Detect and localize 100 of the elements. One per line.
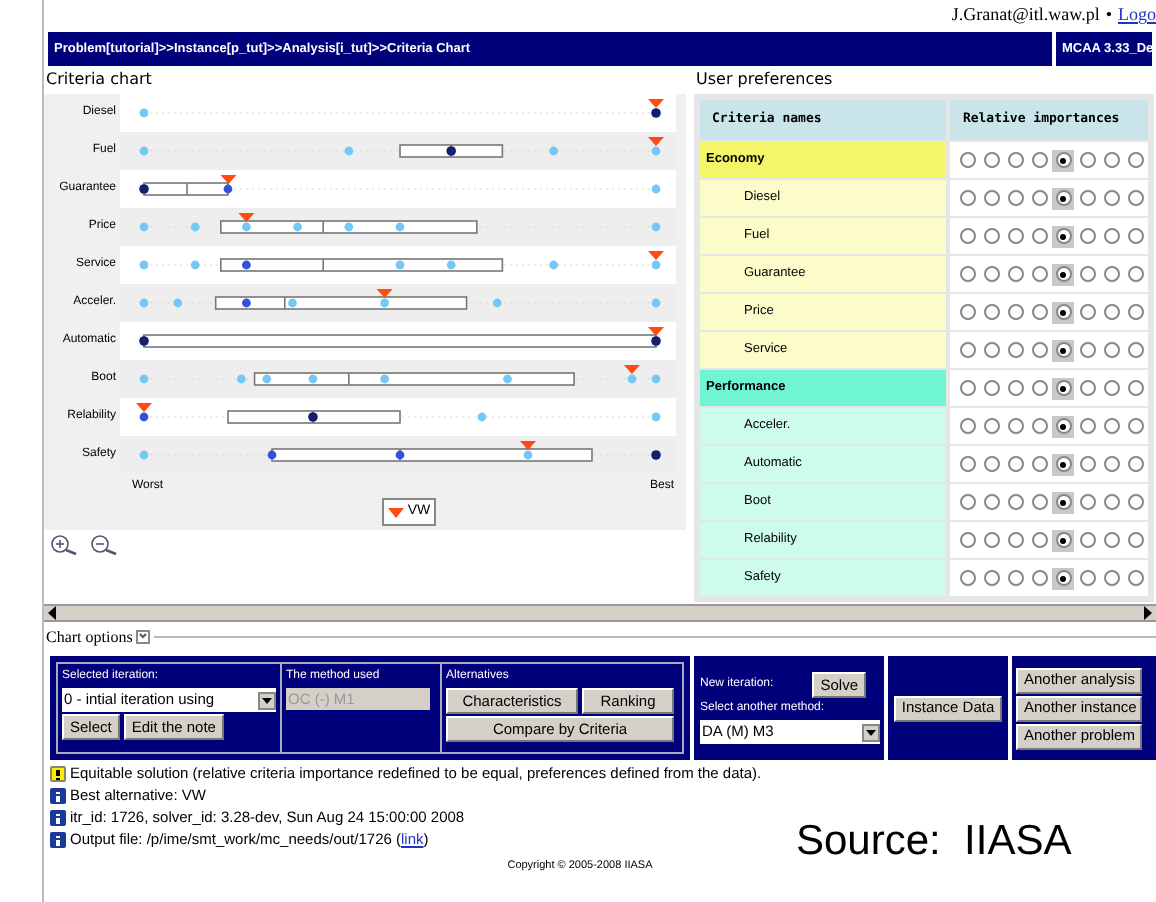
importance-radio[interactable] — [1103, 532, 1120, 548]
importance-radio[interactable] — [1079, 494, 1096, 510]
importance-radio[interactable] — [1007, 456, 1024, 472]
importance-radio[interactable] — [1079, 418, 1096, 434]
importance-radio[interactable] — [1055, 494, 1072, 510]
importance-radio[interactable] — [1127, 380, 1144, 396]
logout-link[interactable]: Logo — [1118, 2, 1156, 30]
importance-radio[interactable] — [1079, 304, 1096, 320]
importance-radio[interactable] — [1127, 532, 1144, 548]
importance-radio[interactable] — [1127, 190, 1144, 206]
importance-radio[interactable] — [1031, 342, 1048, 358]
importance-radio[interactable] — [959, 456, 976, 472]
importance-radio[interactable] — [983, 304, 1000, 320]
expand-icon[interactable] — [136, 630, 151, 644]
zoom-out-icon[interactable] — [90, 534, 118, 556]
importance-radio[interactable] — [983, 228, 1000, 244]
importance-radio[interactable] — [1055, 266, 1072, 282]
importance-radio[interactable] — [1127, 456, 1144, 472]
importance-radio[interactable] — [959, 304, 976, 320]
importance-radio[interactable] — [1007, 228, 1024, 244]
importance-radio[interactable] — [1103, 418, 1120, 434]
importance-radio[interactable] — [983, 380, 1000, 396]
horizontal-scrollbar[interactable] — [44, 604, 1156, 622]
importance-radio[interactable] — [1055, 418, 1072, 434]
importance-radio[interactable] — [1055, 570, 1072, 586]
importance-radio[interactable] — [1031, 228, 1048, 244]
importance-radio[interactable] — [1103, 380, 1120, 396]
importance-radio[interactable] — [1127, 266, 1144, 282]
importance-radio[interactable] — [1007, 532, 1024, 548]
importance-radio[interactable] — [1031, 380, 1048, 396]
importance-radio[interactable] — [1055, 304, 1072, 320]
scroll-left-icon[interactable] — [44, 606, 60, 620]
importance-radio[interactable] — [959, 152, 976, 168]
importance-radio[interactable] — [1127, 570, 1144, 586]
importance-radio[interactable] — [1007, 266, 1024, 282]
importance-radio[interactable] — [1007, 418, 1024, 434]
zoom-in-icon[interactable] — [50, 534, 78, 556]
importance-radio[interactable] — [1031, 266, 1048, 282]
importance-radio[interactable] — [1031, 418, 1048, 434]
importance-radio[interactable] — [1031, 570, 1048, 586]
importance-radio[interactable] — [1103, 304, 1120, 320]
importance-radio[interactable] — [1055, 532, 1072, 548]
importance-radio[interactable] — [959, 190, 976, 206]
importance-radio[interactable] — [1079, 266, 1096, 282]
importance-radio[interactable] — [1031, 190, 1048, 206]
importance-radio[interactable] — [1103, 152, 1120, 168]
importance-radio[interactable] — [1007, 570, 1024, 586]
importance-radio[interactable] — [1127, 494, 1144, 510]
importance-radio[interactable] — [983, 342, 1000, 358]
importance-radio[interactable] — [1127, 152, 1144, 168]
importance-radio[interactable] — [1079, 380, 1096, 396]
importance-radio[interactable] — [1079, 190, 1096, 206]
importance-radio[interactable] — [1055, 342, 1072, 358]
importance-radio[interactable] — [959, 380, 976, 396]
importance-radio[interactable] — [959, 532, 976, 548]
importance-radio[interactable] — [983, 418, 1000, 434]
importance-radio[interactable] — [1079, 456, 1096, 472]
importance-radio[interactable] — [1079, 532, 1096, 548]
importance-radio[interactable] — [1103, 342, 1120, 358]
importance-radio[interactable] — [1079, 152, 1096, 168]
importance-radio[interactable] — [1079, 342, 1096, 358]
importance-radio[interactable] — [983, 570, 1000, 586]
importance-radio[interactable] — [1055, 190, 1072, 206]
importance-radio[interactable] — [983, 532, 1000, 548]
importance-radio[interactable] — [959, 570, 976, 586]
importance-radio[interactable] — [1055, 456, 1072, 472]
importance-radio[interactable] — [1103, 494, 1120, 510]
importance-radio[interactable] — [1127, 418, 1144, 434]
importance-radio[interactable] — [1079, 228, 1096, 244]
importance-radio[interactable] — [983, 266, 1000, 282]
importance-radio[interactable] — [959, 494, 976, 510]
importance-radio[interactable] — [1103, 266, 1120, 282]
importance-radio[interactable] — [959, 228, 976, 244]
importance-radio[interactable] — [959, 266, 976, 282]
importance-radio[interactable] — [959, 342, 976, 358]
scroll-right-icon[interactable] — [1140, 606, 1156, 620]
importance-radio[interactable] — [983, 494, 1000, 510]
importance-radio[interactable] — [1103, 570, 1120, 586]
importance-radio[interactable] — [1007, 342, 1024, 358]
importance-radio[interactable] — [1079, 570, 1096, 586]
importance-radio[interactable] — [983, 152, 1000, 168]
importance-radio[interactable] — [1103, 228, 1120, 244]
importance-radio[interactable] — [1055, 152, 1072, 168]
importance-radio[interactable] — [1007, 190, 1024, 206]
importance-radio[interactable] — [1007, 494, 1024, 510]
importance-radio[interactable] — [1007, 152, 1024, 168]
importance-radio[interactable] — [1055, 228, 1072, 244]
importance-radio[interactable] — [1103, 456, 1120, 472]
importance-radio[interactable] — [1007, 380, 1024, 396]
importance-radio[interactable] — [1055, 380, 1072, 396]
importance-radio[interactable] — [1127, 228, 1144, 244]
importance-radio[interactable] — [1127, 342, 1144, 358]
importance-radio[interactable] — [1031, 456, 1048, 472]
importance-radio[interactable] — [1031, 494, 1048, 510]
importance-radio[interactable] — [1127, 304, 1144, 320]
importance-radio[interactable] — [959, 418, 976, 434]
importance-radio[interactable] — [983, 190, 1000, 206]
importance-radio[interactable] — [1103, 190, 1120, 206]
importance-radio[interactable] — [1031, 152, 1048, 168]
importance-radio[interactable] — [1031, 532, 1048, 548]
